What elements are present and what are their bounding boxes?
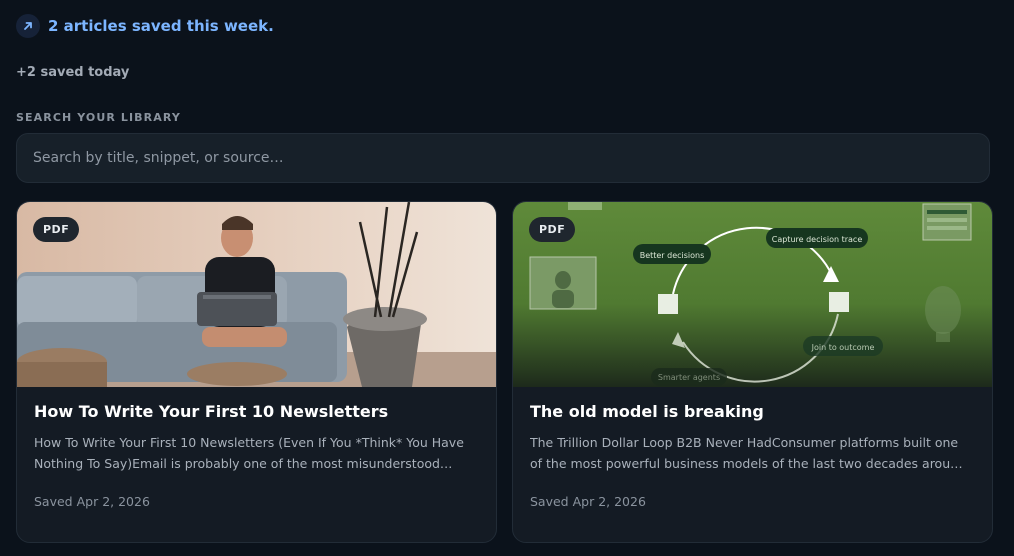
- pdf-badge: PDF: [529, 217, 576, 242]
- weekly-stat: 2 articles saved this week.: [16, 14, 274, 38]
- search-label: SEARCH YOUR LIBRARY: [16, 111, 181, 124]
- article-snippet: How To Write Your First 10 Newsletters (…: [34, 435, 464, 471]
- diagram-label-capture-decision-trace: Capture decision trace: [772, 235, 863, 244]
- arrow-up-right-icon: [16, 14, 40, 38]
- article-card[interactable]: PDF How To Write Your First 10 Newslette…: [16, 201, 497, 543]
- article-title[interactable]: How To Write Your First 10 Newsletters: [34, 402, 484, 421]
- search-input[interactable]: [16, 133, 990, 183]
- saved-date: Saved Apr 2, 2026: [530, 494, 646, 509]
- article-thumbnail: PDF: [17, 202, 496, 387]
- diagram-label-smarter-agents: Smarter agents: [658, 373, 720, 382]
- diagram-label-join-to-outcome: Join to outcome: [811, 343, 875, 352]
- weekly-stat-text: 2 articles saved this week.: [48, 17, 274, 35]
- daily-stat: +2 saved today: [16, 65, 130, 80]
- article-snippet: The Trillion Dollar Loop B2B Never HadCo…: [530, 435, 966, 471]
- article-title[interactable]: The old model is breaking: [530, 402, 980, 421]
- article-thumbnail: Better decisions Capture decision trace …: [513, 202, 992, 387]
- saved-date: Saved Apr 2, 2026: [34, 494, 150, 509]
- article-card[interactable]: Better decisions Capture decision trace …: [512, 201, 993, 543]
- pdf-badge: PDF: [33, 217, 80, 242]
- diagram-label-better-decisions: Better decisions: [640, 251, 705, 260]
